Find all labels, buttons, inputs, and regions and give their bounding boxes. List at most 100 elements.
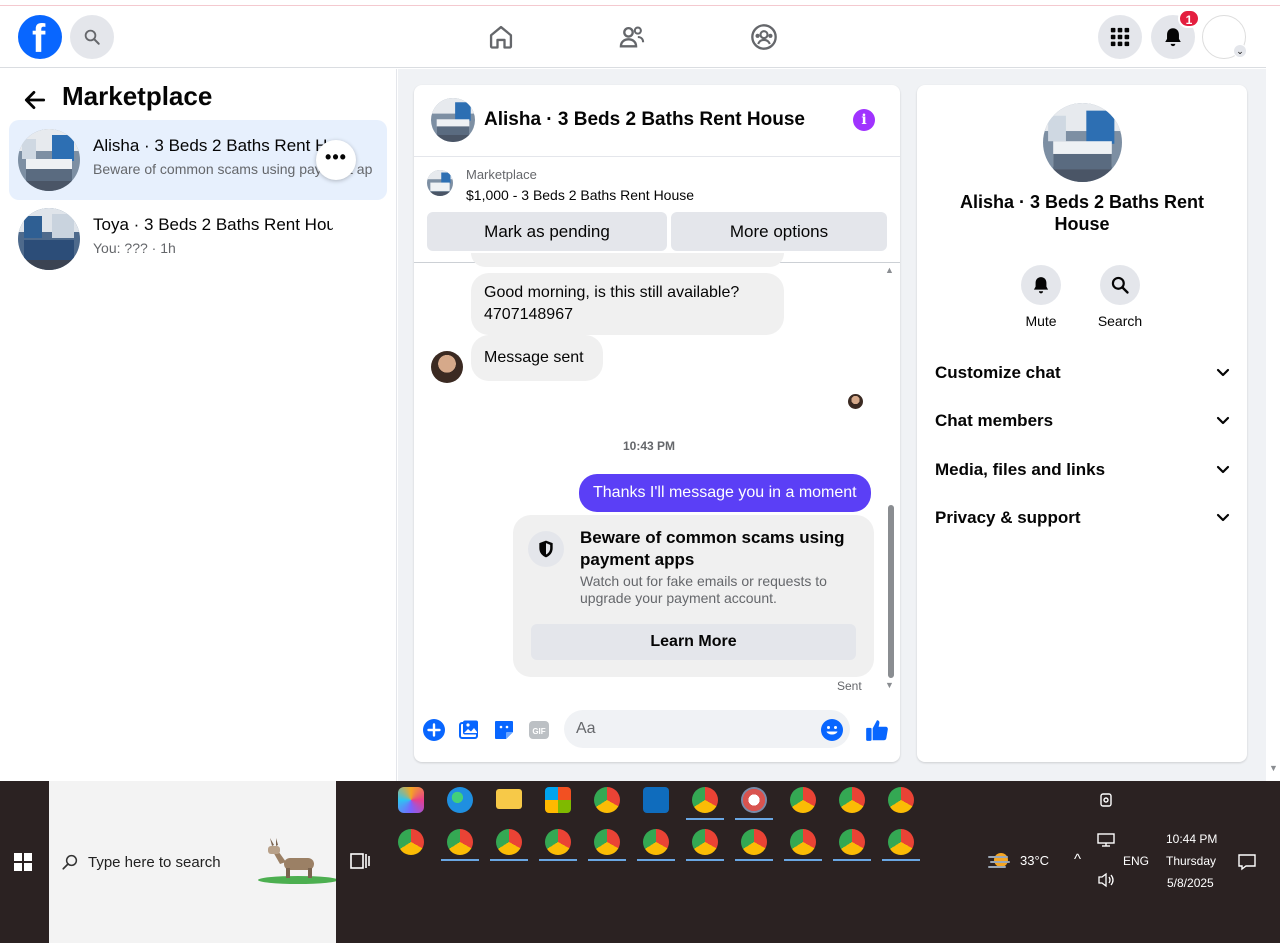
section-label: Chat members [935,411,1054,430]
thread-snippet: You: ??? · 1h [93,240,176,256]
windows-taskbar: Type here to search 33°C ^ ENG 10:44 PM … [0,781,1280,943]
thread-item[interactable]: Alisha · 3 Beds 2 Baths Rent House Bewar… [9,120,387,200]
page-title: Marketplace [62,81,213,111]
windows-start-icon[interactable] [14,853,32,871]
chrome-profile-icon[interactable] [692,787,718,813]
meet-now-icon[interactable] [1099,792,1113,808]
chrome-profile-icon[interactable] [888,829,914,855]
scroll-down-arrow-icon[interactable]: ▼ [885,680,894,690]
chrome-profile-icon[interactable] [643,829,669,855]
home-nav-button[interactable] [484,20,518,54]
chrome-profile-icon[interactable] [447,829,473,855]
chrome-profile-icon[interactable] [790,787,816,813]
section-label: Customize chat [935,363,1061,382]
scroll-up-arrow-icon[interactable]: ▲ [885,265,894,275]
weather-icon[interactable] [987,849,1013,871]
chrome-profile-icon[interactable] [398,829,424,855]
chrome-profile-icon[interactable] [839,829,865,855]
groups-nav-button[interactable] [747,20,781,54]
scroll-down-arrow-icon[interactable]: ▼ [1269,763,1278,773]
chrome-profile-icon[interactable] [888,787,914,813]
chrome-profile-icon[interactable] [741,829,767,855]
active-app-indicator [441,859,479,861]
active-app-indicator [784,859,822,861]
chevron-down-icon [1216,368,1230,377]
seen-indicator-avatar [848,394,863,409]
chrome-profile-icon[interactable] [692,829,718,855]
outlook-app-icon[interactable] [643,787,669,813]
mute-action[interactable]: Mute [1011,265,1071,329]
facebook-logo-icon[interactable]: f [18,15,62,61]
chat-header: Alisha · 3 Beds 2 Baths Rent House i [414,85,900,157]
chat-avatar-large[interactable] [1043,103,1122,182]
clock-time[interactable]: 10:44 PM [1166,832,1217,846]
copilot-app-icon[interactable] [398,787,424,813]
message-text: Good morning, is this still available? [484,284,740,301]
file-explorer-icon[interactable] [496,789,522,809]
chevron-down-icon[interactable]: ⌄ [1233,44,1247,58]
page-scrollbar[interactable]: ▼ [1266,69,1280,781]
sent-status: Sent [837,679,862,693]
chrome-profile-icon[interactable] [496,829,522,855]
photo-icon[interactable] [457,718,481,742]
learn-more-button[interactable]: Learn More [531,624,856,660]
search-icon [1100,265,1140,305]
message-input[interactable]: Aa [564,710,850,748]
chat-title[interactable]: Alisha · 3 Beds 2 Baths Rent House [484,109,805,131]
sender-avatar[interactable] [431,351,463,383]
privacy-support-section[interactable]: Privacy & support [935,498,1231,538]
network-icon[interactable] [1097,833,1115,847]
info-icon[interactable]: i [853,109,875,131]
chat-avatar[interactable] [431,98,475,142]
marketplace-listing-bar: Marketplace $1,000 - 3 Beds 2 Baths Rent… [414,157,900,263]
menu-button[interactable] [1098,15,1142,59]
thread-name: Toya · 3 Beds 2 Baths Rent House [93,215,333,234]
temperature-text[interactable]: 33°C [1020,853,1049,868]
gif-icon[interactable]: GIF [527,718,551,742]
volume-icon[interactable] [1097,872,1115,888]
chat-members-section[interactable]: Chat members [935,401,1231,441]
active-app-indicator [882,859,920,861]
listing-title[interactable]: $1,000 - 3 Beds 2 Baths Rent House [466,187,694,203]
search-icon [84,29,100,45]
thread-item[interactable]: Toya · 3 Beds 2 Baths Rent House You: ??… [9,199,387,279]
media-files-links-section[interactable]: Media, files and links [935,450,1231,490]
customize-chat-section[interactable]: Customize chat [935,353,1231,393]
bell-icon [1165,28,1181,47]
notification-center-icon[interactable] [1238,853,1256,871]
taskbar-search-box[interactable]: Type here to search [49,781,336,943]
friends-nav-button[interactable] [615,20,649,54]
incoming-message[interactable]: Message sent [471,335,603,381]
chevron-up-icon[interactable]: ^ [1074,851,1081,868]
edge-browser-icon[interactable] [447,787,473,813]
chrome-profile-icon[interactable] [545,829,571,855]
mark-as-pending-button[interactable]: Mark as pending [427,212,667,251]
active-app-indicator [833,859,871,861]
chat-scrollbar-thumb[interactable] [888,505,894,678]
facebook-topbar: f 1 ⌄ [0,6,1266,68]
clock-date[interactable]: 5/8/2025 [1167,876,1214,890]
thumbs-up-icon[interactable] [864,717,890,743]
language-indicator[interactable]: ENG [1123,854,1149,868]
microsoft-store-icon[interactable] [545,787,571,813]
outgoing-message[interactable]: Thanks I'll message you in a moment [579,474,871,512]
chrome-profile-icon[interactable] [790,829,816,855]
thread-more-button[interactable]: ••• [316,140,356,180]
emoji-icon[interactable] [820,718,844,742]
search-button[interactable] [70,15,114,59]
more-options-button[interactable]: More options [671,212,887,251]
chrome-profile-icon[interactable] [839,787,865,813]
plus-circle-icon[interactable] [422,718,446,742]
incoming-message[interactable]: Good morning, is this still available? 4… [471,273,784,335]
chevron-down-icon [1216,416,1230,425]
clock-day[interactable]: Thursday [1166,854,1216,868]
chrome-profile-icon[interactable] [594,787,620,813]
search-in-chat-action[interactable]: Search [1090,265,1150,329]
listing-thumbnail [18,208,80,270]
paint-app-icon[interactable] [741,787,767,813]
task-view-icon[interactable] [350,851,370,871]
chrome-profile-icon[interactable] [594,829,620,855]
back-arrow-icon[interactable] [22,87,48,113]
sticker-icon[interactable] [492,718,516,742]
active-app-indicator [686,859,724,861]
